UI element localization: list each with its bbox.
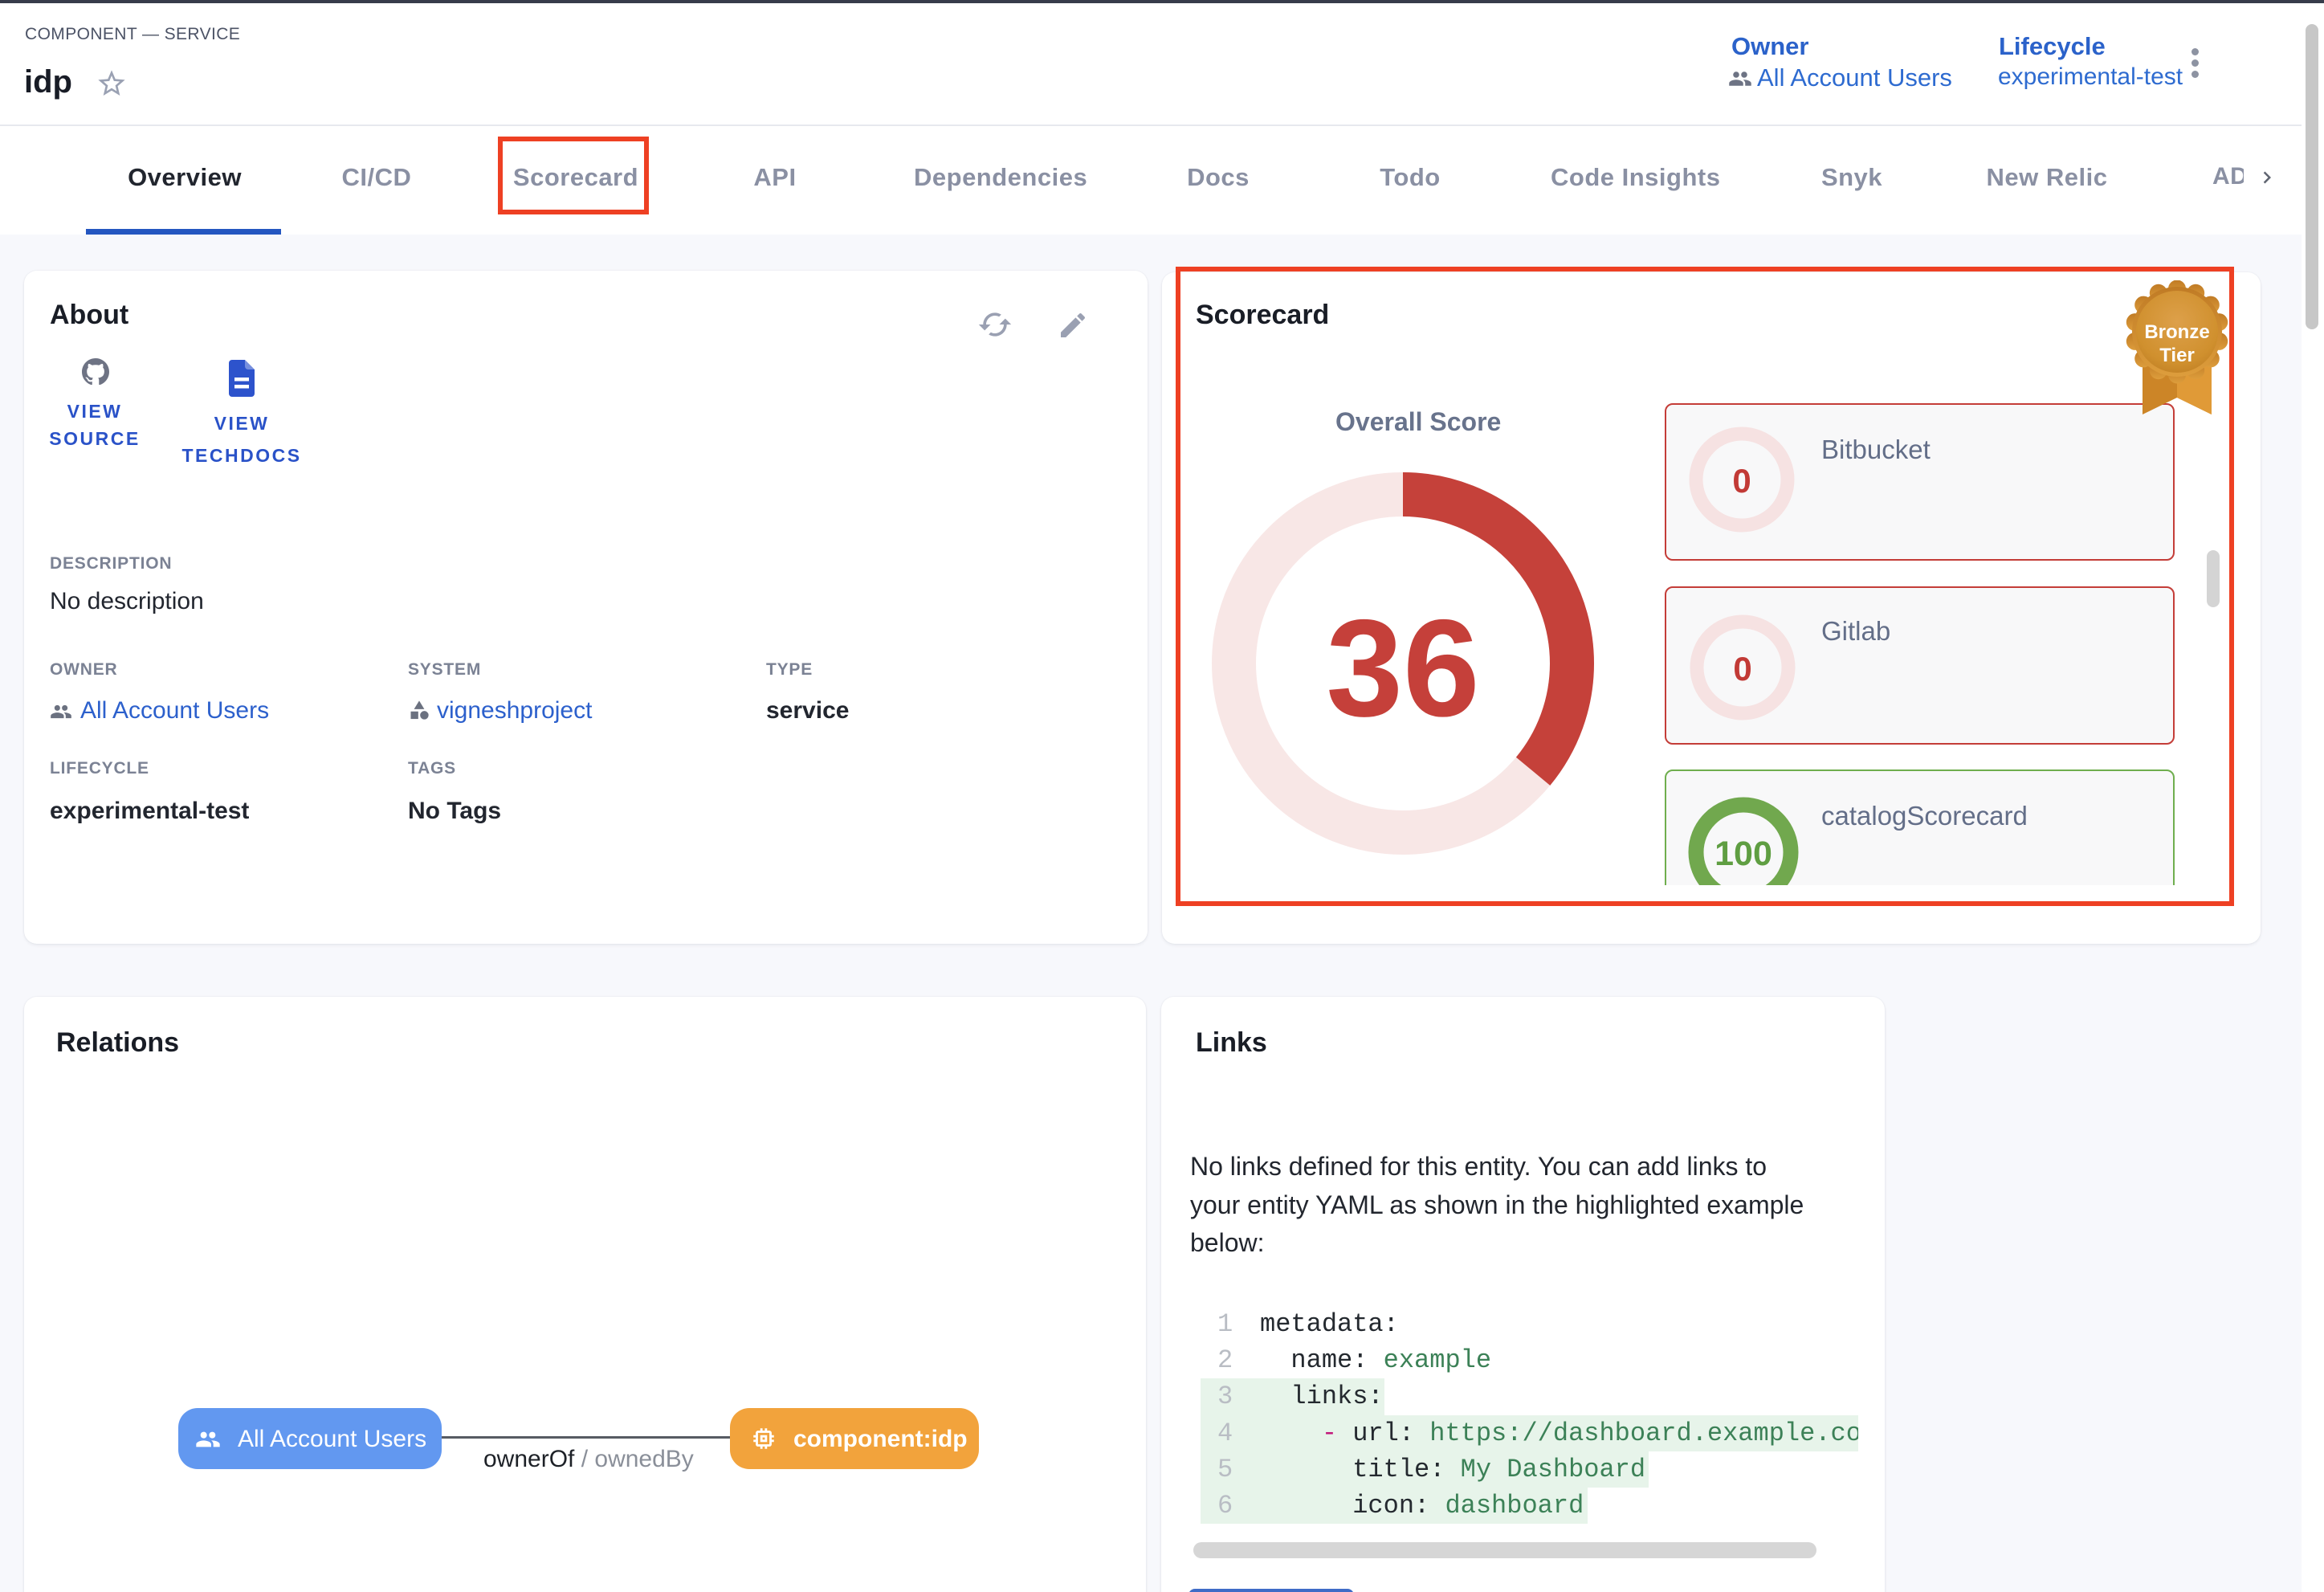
svg-text:Tier: Tier <box>2159 345 2195 366</box>
svg-text:Bronze: Bronze <box>2144 321 2209 343</box>
